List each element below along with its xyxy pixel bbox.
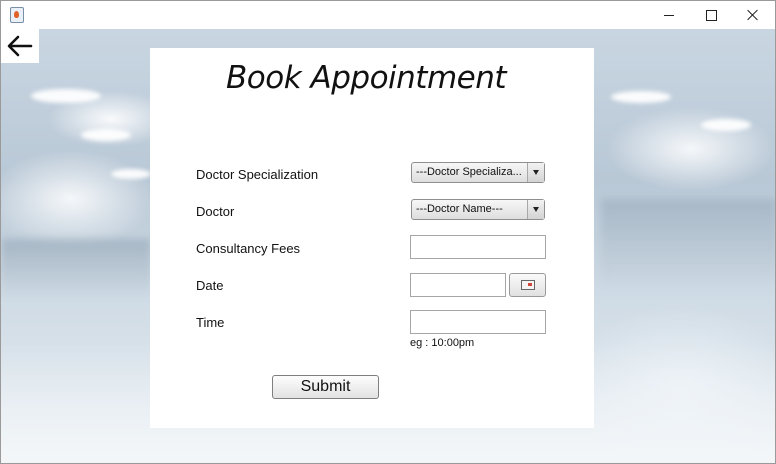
fees-input[interactable] [410,235,546,259]
date-label: Date [196,278,224,293]
arrow-left-icon [7,35,33,57]
time-input[interactable] [410,310,546,334]
page-title: Book Appointment [226,60,507,96]
time-format-hint: eg : 10:00pm [410,337,475,349]
submit-button[interactable]: Submit [272,375,379,399]
date-input[interactable] [410,273,506,297]
minimize-button[interactable] [646,1,692,29]
specialization-selected: ---Doctor Specializa... [416,166,522,178]
calendar-icon [520,280,535,290]
specialization-label: Doctor Specialization [196,167,319,182]
date-picker-button[interactable] [509,273,546,297]
java-app-icon [10,7,24,23]
chevron-down-icon [527,200,544,219]
doctor-select[interactable]: ---Doctor Name--- [411,199,545,220]
specialization-select[interactable]: ---Doctor Specializa... [411,162,545,183]
back-button[interactable] [1,29,39,63]
minimize-icon [664,14,674,16]
maximize-button[interactable] [688,1,734,29]
appointment-form: Book Appointment Doctor Specialization -… [150,48,594,428]
time-label: Time [196,315,225,330]
close-button[interactable] [730,1,775,29]
close-icon [747,9,759,21]
app-window: Book Appointment Doctor Specialization -… [0,0,776,464]
title-bar [1,1,775,29]
fees-label: Consultancy Fees [196,241,301,256]
doctor-label: Doctor [196,204,235,219]
chevron-down-icon [527,163,544,182]
maximize-icon [705,9,717,21]
doctor-selected: ---Doctor Name--- [416,203,503,215]
